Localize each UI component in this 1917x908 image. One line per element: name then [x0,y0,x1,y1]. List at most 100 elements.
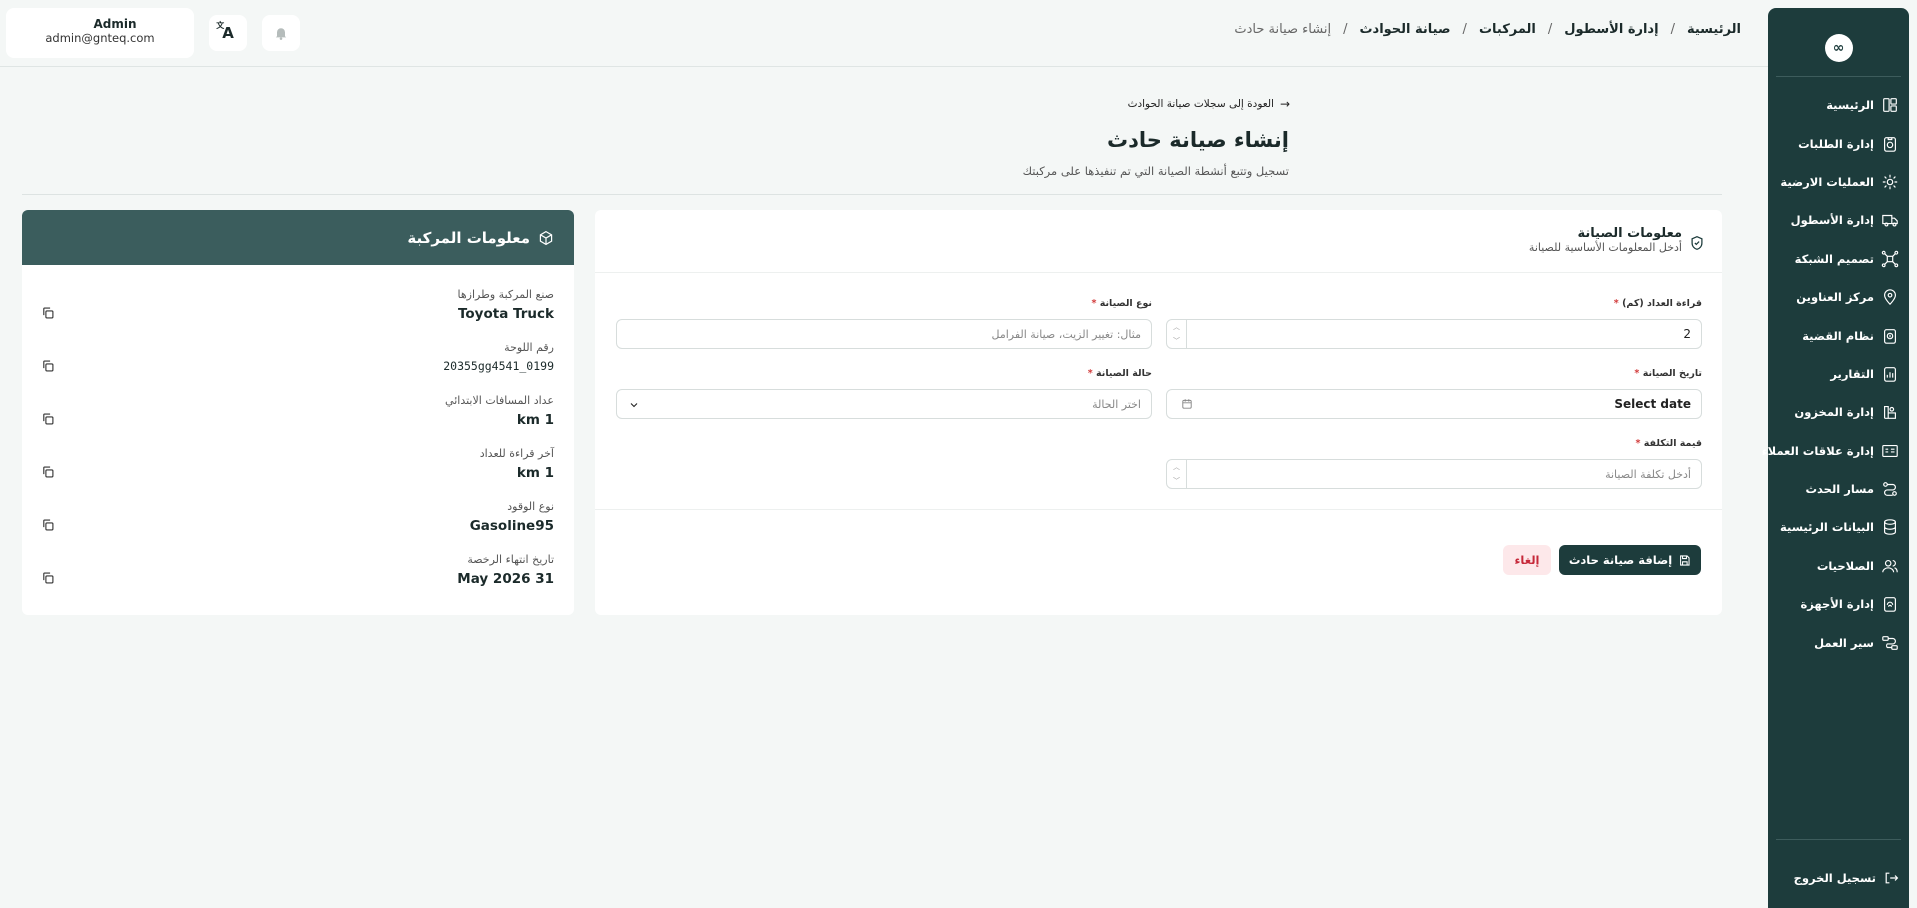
vehicle-field-initial-odometer: عداد المسافات الابتدائي 1 km [445,394,554,428]
field-value: 1 km [516,465,554,481]
stepper-up-icon[interactable]: ︿ [1173,462,1180,472]
vehicle-field-make-model: صنع المركبة وطرازها Toyota Truck [458,288,554,322]
sidebar-item-label: إدارة علاقات العملاء [1761,443,1874,458]
required-mark: * [1613,298,1619,309]
sidebar-item-label: إدارة الأسطول [1790,213,1874,228]
database-icon [1884,519,1896,536]
app-logo[interactable]: ∞ [1824,34,1853,62]
copy-icon[interactable] [41,359,55,373]
sidebar-item-address-center[interactable]: مركز العناوين [1774,278,1899,316]
logout-icon [1885,872,1899,884]
copy-icon[interactable] [41,571,55,585]
breadcrumb-separator: / [1670,22,1675,37]
field-label: عداد المسافات الابتدائي [445,394,554,407]
sidebar-item-crm[interactable]: إدارة علاقات العملاء [1762,432,1899,470]
breadcrumb-separator: / [1462,22,1467,37]
crm-icon [1882,444,1898,457]
vehicle-field-license-expiry: تاريخ انتهاء الرخصة 31 May 2026 [457,553,554,587]
stepper-down-icon[interactable]: ﹀ [1173,476,1180,486]
breadcrumb-accident-maintenance[interactable]: صيانة الحوادث [1359,22,1450,37]
breadcrumb-home[interactable]: الرئيسية [1687,22,1741,37]
copy-icon[interactable] [41,412,55,426]
maintenance-type-label: نوع الصيانة * [1091,298,1152,309]
sidebar-item-fleet[interactable]: إدارة الأسطول [1774,201,1899,239]
cost-input[interactable]: أدخل تكلفة الصيانة ︿ ﹀ [1166,459,1702,489]
field-label: رقم اللوحة [504,341,554,354]
sidebar-item-workflow[interactable]: سير العمل [1774,623,1899,661]
save-icon [1680,554,1690,566]
cost-label: قيمة التكلفة * [1635,438,1702,449]
sidebar-item-orders[interactable]: إدارة الطلبات [1774,124,1899,162]
submit-label: إضافة صيانة حادث [1568,553,1673,567]
case-icon [1884,328,1896,344]
notifications-button[interactable] [262,15,300,51]
stepper-down-icon[interactable]: ﹀ [1173,336,1180,346]
report-icon [1884,367,1896,382]
maintenance-date-picker[interactable]: Select date [1166,389,1702,419]
sidebar-item-case-system[interactable]: نظام القضية [1774,316,1899,354]
sidebar-item-reports[interactable]: التقارير [1774,355,1899,393]
page-subtitle: تسجيل وتتبع أنشطة الصيانة التي تم تنفيذه… [1022,164,1289,178]
odometer-stepper[interactable]: ︿ ﹀ [1167,320,1187,348]
form-divider [595,272,1722,273]
box-icon [539,230,553,245]
logout-label: تسجيل الخروج [1793,871,1876,885]
breadcrumb-separator: / [1343,22,1348,37]
breadcrumb-current: إنشاء صيانة حادث [1234,22,1332,37]
sidebar-item-devices[interactable]: إدارة الأجهزة [1774,585,1899,623]
chevron-down-icon [630,403,638,408]
cost-stepper[interactable]: ︿ ﹀ [1167,460,1187,488]
location-pin-icon [1884,289,1896,306]
workflow-icon [1882,635,1898,650]
vehicle-field-plate-number: رقم اللوحة 20355gg4541_0199 [443,341,554,373]
field-label: آخر قراءة للعداد [479,447,554,460]
sidebar-item-master-data[interactable]: البيانات الرئيسية [1774,508,1899,546]
orders-icon [1884,136,1896,152]
odometer-label-text: قراءة العداد (كم) [1622,298,1702,309]
required-mark: * [1635,438,1641,449]
dashboard-icon [1883,98,1897,113]
odometer-value: 2 [1683,327,1691,341]
vehicle-field-fuel-type: نوع الوقود Gasoline95 [470,500,554,534]
maintenance-date-value: Select date [1614,397,1691,411]
sidebar-item-permissions[interactable]: الصلاحيات [1774,547,1899,585]
inventory-icon [1884,406,1896,420]
vehicle-info-card: معلومات المركبة صنع المركبة وطرازها Toyo… [22,210,574,615]
user-menu[interactable]: Admin admin@gnteq.com [6,8,194,58]
sidebar-item-inventory[interactable]: إدارة المخزون [1774,393,1899,431]
copy-icon[interactable] [41,518,55,532]
logout-button[interactable]: تسجيل الخروج [1794,870,1899,886]
sidebar-item-event-path[interactable]: مسار الحدث [1774,470,1899,508]
odometer-input[interactable]: 2 ︿ ﹀ [1166,319,1702,349]
sidebar-divider [1776,839,1901,840]
form-title: معلومات الصيانة [1577,226,1682,241]
back-link[interactable]: → العودة إلى سجلات صيانة الحوادث [1128,97,1290,111]
truck-icon [1882,215,1898,227]
maintenance-type-input[interactable]: مثال: تغيير الزيت، صيانة الفرامل [616,319,1152,349]
field-value: 31 May 2026 [457,571,554,587]
sidebar-item-home[interactable]: الرئيسية [1774,86,1899,124]
required-mark: * [1087,368,1093,379]
sidebar-item-network[interactable]: تصميم الشبكة [1774,240,1899,278]
field-label: نوع الوقود [507,500,554,513]
sidebar-item-ground-ops[interactable]: العمليات الارضية [1774,163,1899,201]
sidebar-item-label: التقارير [1830,366,1874,381]
cancel-button[interactable]: إلغاء [1503,545,1551,575]
language-button[interactable]: 文A [209,15,247,51]
calendar-icon [1182,399,1192,409]
top-bar: Admin admin@gnteq.com 文A الرئيسية / إدار… [0,0,1768,67]
breadcrumb-fleet[interactable]: إدارة الأسطول [1564,22,1658,37]
copy-icon[interactable] [41,306,55,320]
form-divider [595,509,1722,510]
field-value: 1 km [516,412,554,428]
copy-icon[interactable] [41,465,55,479]
sidebar-item-label: نظام القضية [1802,328,1874,343]
sidebar-nav: الرئيسية إدارة الطلبات العمليات الارضية … [1762,86,1899,662]
stepper-up-icon[interactable]: ︿ [1173,322,1180,332]
translate-icon: 文A [216,21,234,42]
breadcrumb-separator: / [1547,22,1553,37]
breadcrumb-vehicles[interactable]: المركبات [1479,22,1536,37]
add-accident-maintenance-button[interactable]: إضافة صيانة حادث [1559,545,1701,575]
sidebar-item-label: إدارة الطلبات [1798,136,1874,151]
maintenance-status-select[interactable]: اختر الحالة [616,389,1152,419]
